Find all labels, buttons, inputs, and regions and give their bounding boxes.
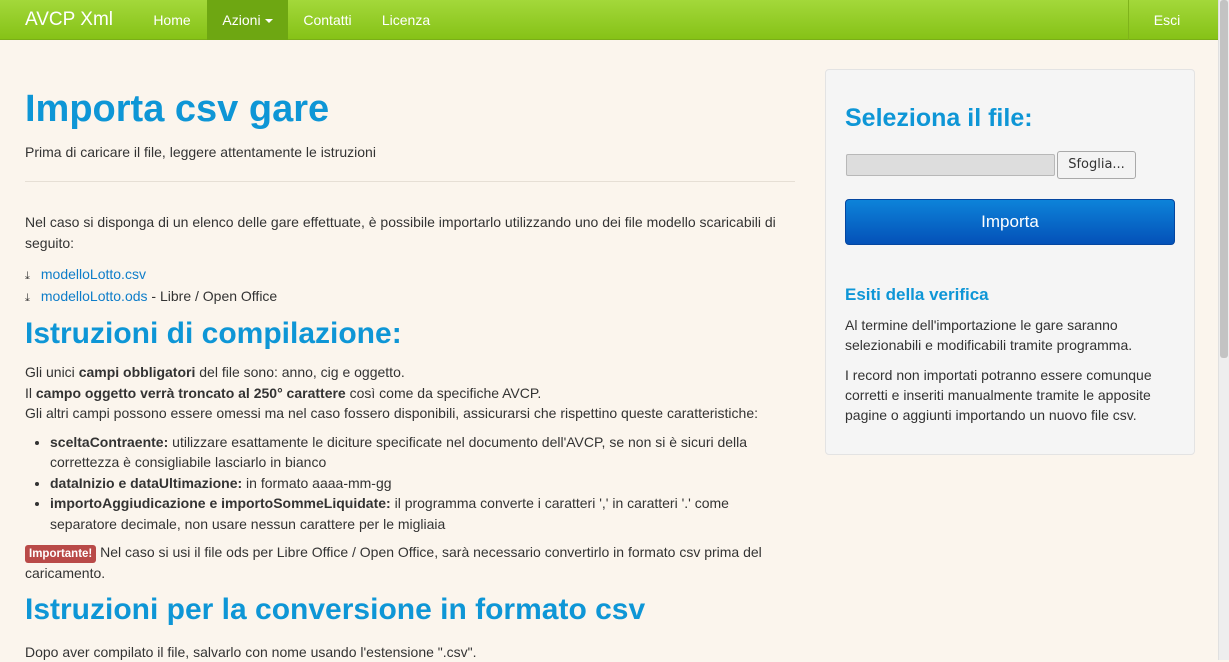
- download-item: ⤓ modelloLotto.ods - Libre / Open Office: [25, 286, 795, 308]
- rule-2-bold: campo oggetto verrà troncato al 250° car…: [35, 384, 346, 401]
- download-ods-link[interactable]: modelloLotto.ods: [41, 288, 148, 304]
- rule-2-pre: Il: [25, 384, 36, 401]
- file-path-field[interactable]: [846, 154, 1055, 176]
- nav-contatti[interactable]: Contatti: [288, 0, 367, 40]
- download-list: ⤓ modelloLotto.csv ⤓ modelloLotto.ods - …: [25, 264, 795, 308]
- download-item: ⤓ modelloLotto.csv: [25, 264, 795, 286]
- page-title: Importa csv gare: [25, 88, 330, 130]
- rule-2-post: così come da specifiche AVCP.: [345, 384, 542, 401]
- rule-1-bold: campi obbligatori: [78, 364, 196, 380]
- nav-contatti-label: Contatti: [303, 12, 352, 28]
- rule-1-post: del file sono: anno, cig e oggetto.: [195, 364, 405, 380]
- browse-button[interactable]: Sfoglia...: [1057, 151, 1136, 179]
- important-text: Nel caso si usi il file ods per Libre Of…: [25, 544, 762, 581]
- logout-label: Esci: [1153, 12, 1181, 28]
- caret-down-icon: [264, 19, 273, 24]
- nav-home[interactable]: Home: [137, 0, 207, 40]
- list-item: dataInizio e dataUltimazione: in formato…: [50, 473, 795, 494]
- scrollbar-thumb[interactable]: [1220, 0, 1228, 358]
- download-icon: ⤓: [25, 292, 30, 304]
- page-scrollbar[interactable]: [1218, 0, 1229, 660]
- section-compilation-title: Istruzioni di compilazione:: [25, 317, 402, 350]
- logout-link[interactable]: Esci: [1129, 0, 1205, 40]
- main-content: Importa csv gare Prima di caricare il fi…: [25, 86, 795, 662]
- field-list: sceltaContraente: utilizzare esattamente…: [25, 432, 795, 535]
- field-desc: in formato aaaa-mm-gg: [242, 474, 392, 491]
- upload-panel-title: Seleziona il file:: [845, 104, 1033, 132]
- import-button[interactable]: Importa: [845, 199, 1175, 245]
- field-name: sceltaContraente:: [50, 433, 169, 450]
- page-subtitle: Prima di caricare il file, leggere atten…: [25, 144, 376, 160]
- nav-licenza-label: Licenza: [381, 12, 431, 28]
- field-name: importoAggiudicazione e importoSommeLiqu…: [50, 495, 391, 511]
- important-badge: Importante!: [25, 545, 97, 563]
- rule-3: Gli altri campi possono essere omessi ma…: [25, 405, 758, 421]
- nav-licenza[interactable]: Licenza: [367, 0, 445, 40]
- header-divider: [25, 181, 795, 182]
- download-icon: ⤓: [25, 270, 30, 282]
- list-item: sceltaContraente: utilizzare esattamente…: [50, 432, 795, 473]
- brand-link[interactable]: AVCP Xml: [25, 9, 113, 31]
- conversion-text: Dopo aver compilato il file, salvarlo co…: [25, 643, 477, 660]
- download-csv-link[interactable]: modelloLotto.csv: [41, 266, 146, 282]
- verification-title: Esiti della verifica: [845, 285, 989, 304]
- top-navbar: AVCP Xml Home Azioni Contatti Licenza Es…: [0, 0, 1218, 40]
- verification-text-2: I record non importati potranno essere c…: [845, 367, 1152, 423]
- download-note: - Libre / Open Office: [147, 288, 278, 304]
- field-name: dataInizio e dataUltimazione:: [50, 474, 243, 491]
- nav-azioni-dropdown[interactable]: Azioni: [207, 0, 288, 40]
- important-note: Importante! Nel caso si usi il file ods …: [25, 542, 795, 584]
- intro-text: Nel caso si disponga di un elenco delle …: [25, 214, 776, 251]
- upload-panel: Seleziona il file: Sfoglia... Importa Es…: [825, 69, 1195, 455]
- rule-1-pre: Gli unici: [25, 364, 79, 380]
- section-conversion-title: Istruzioni per la conversione in formato…: [25, 592, 646, 626]
- list-item: importoAggiudicazione e importoSommeLiqu…: [50, 493, 795, 534]
- nav-azioni-label: Azioni: [222, 12, 261, 28]
- compilation-rules: Gli unici campi obbligatori del file son…: [25, 362, 795, 424]
- verification-text-1: Al termine dell'importazione le gare sar…: [845, 317, 1133, 353]
- nav-home-label: Home: [153, 12, 191, 28]
